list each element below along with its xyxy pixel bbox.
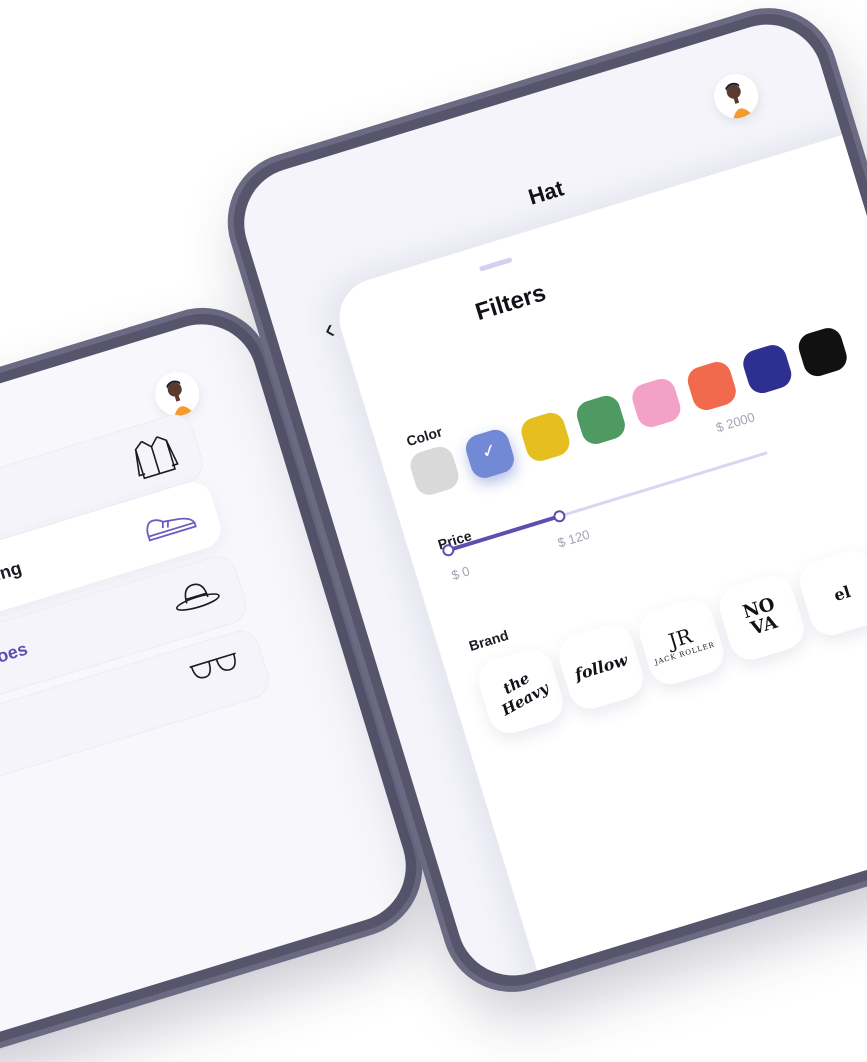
shirt-icon [124, 426, 185, 491]
brand-card-el[interactable]: el [794, 545, 867, 641]
price-slider-min-handle[interactable] [442, 544, 455, 557]
back-chevron-icon[interactable]: ‹ [320, 313, 338, 346]
color-swatch-4[interactable] [628, 375, 684, 431]
filters-title: Filters [472, 279, 550, 327]
color-swatch-7[interactable] [795, 324, 851, 380]
brand-card-follow[interactable]: follow [553, 619, 649, 715]
brand-label: Brand [466, 626, 511, 654]
brand-logo-nova: NO VA [740, 593, 780, 640]
color-swatch-5[interactable] [684, 358, 740, 414]
price-min-value: $ 0 [449, 563, 472, 583]
brand-logo-el: el [831, 581, 853, 605]
brand-logo-follow: follow [572, 649, 630, 684]
sunglasses-icon [183, 643, 249, 699]
color-swatch-2[interactable] [517, 409, 573, 465]
category-label-clothing: Clothing [0, 557, 24, 599]
shoe-icon [136, 493, 203, 552]
price-slider-max-handle[interactable] [553, 510, 566, 523]
brand-card-jack-roller[interactable]: JR JACK ROLLER [633, 594, 729, 690]
color-swatch-3[interactable] [573, 392, 629, 448]
brand-card-nova[interactable]: NO VA [714, 570, 810, 666]
hat-icon [166, 568, 227, 626]
brand-logo-the-heavy: the Heavy [498, 668, 552, 720]
brand-card-the-heavy[interactable]: the Heavy [473, 643, 569, 739]
price-slider-fill [446, 514, 562, 553]
avatar[interactable] [149, 366, 205, 422]
color-swatch-1[interactable]: ✓ [462, 426, 518, 482]
category-label-shoes: Shoes [0, 638, 30, 674]
price-selected-value: $ 120 [555, 526, 592, 551]
check-icon: ✓ [478, 439, 500, 463]
color-label: Color [404, 423, 445, 450]
color-swatch-0[interactable] [407, 443, 462, 499]
sheet-handle[interactable] [478, 257, 513, 272]
color-swatch-6[interactable] [739, 341, 795, 397]
